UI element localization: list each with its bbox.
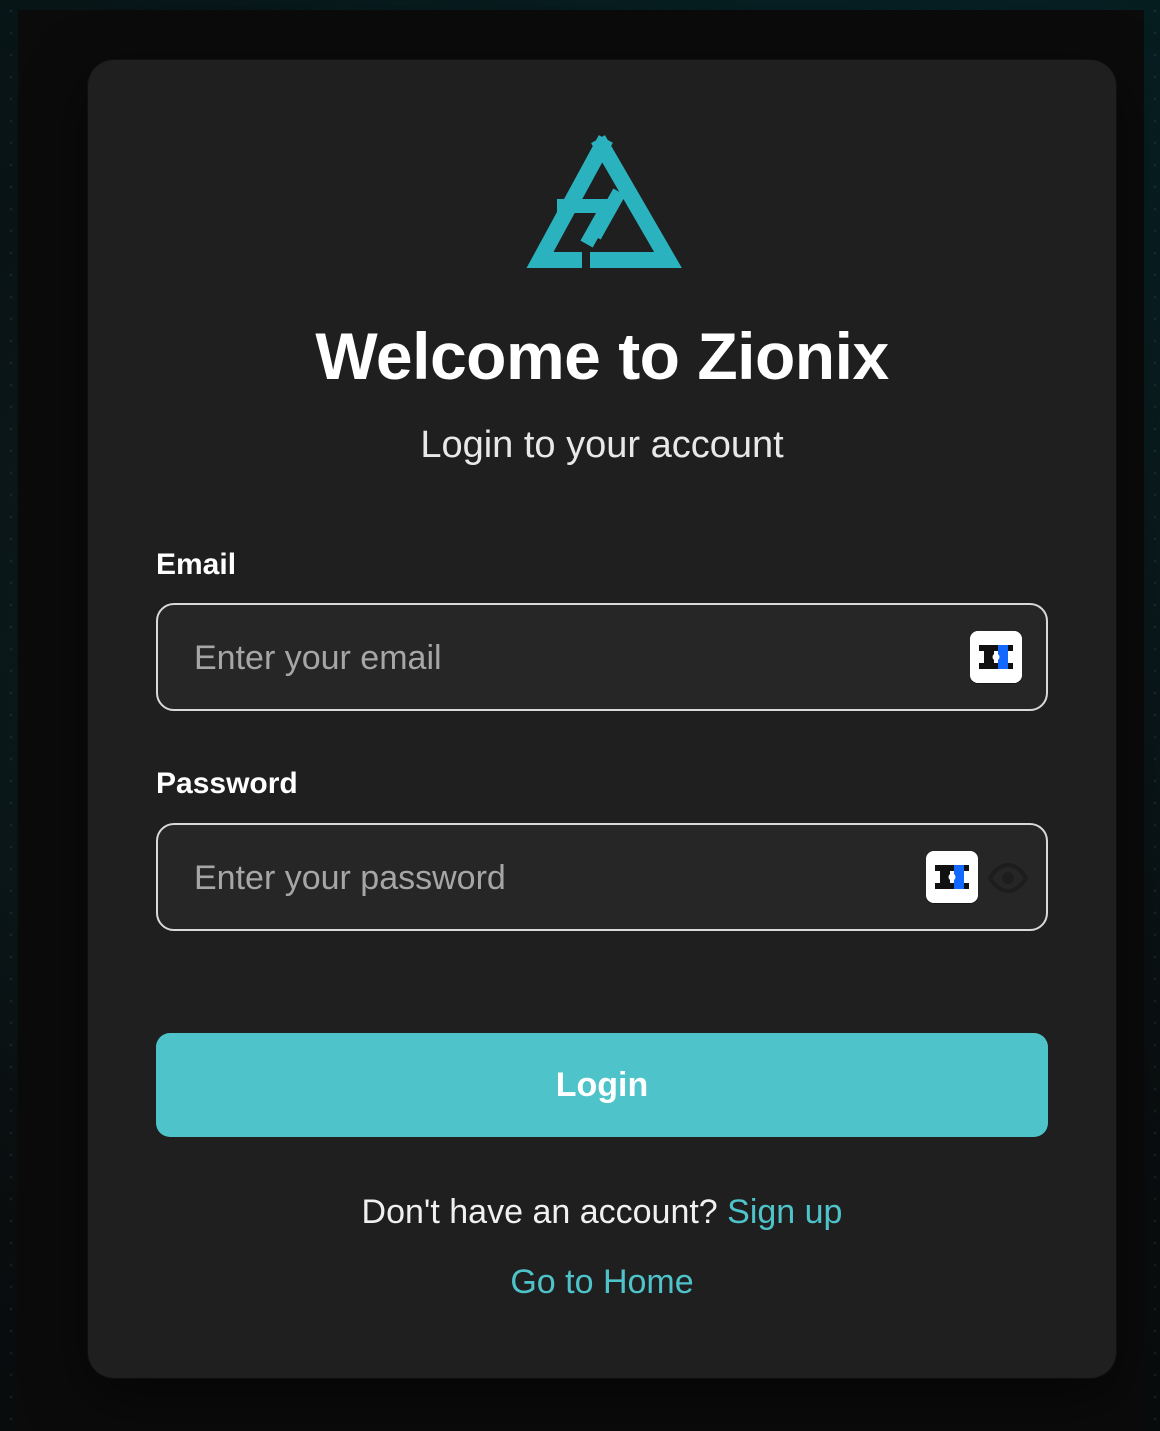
signup-prompt-text: Don't have an account? xyxy=(361,1193,728,1231)
zionix-logo-icon xyxy=(526,135,682,268)
go-to-home-link[interactable]: Go to Home xyxy=(88,1263,1116,1302)
password-manager-icon[interactable] xyxy=(926,851,978,903)
email-field-container xyxy=(156,603,1048,711)
email-label: Email xyxy=(156,548,237,581)
password-field-container xyxy=(156,823,1048,931)
login-button[interactable]: Login xyxy=(156,1033,1048,1137)
password-label: Password xyxy=(156,767,298,800)
eye-icon[interactable] xyxy=(988,859,1028,897)
password-manager-icon[interactable] xyxy=(970,631,1022,683)
page-title: Welcome to Zionix xyxy=(315,319,889,393)
page-subtitle: Login to your account xyxy=(420,424,784,466)
signup-link[interactable]: Sign up xyxy=(727,1193,842,1231)
signup-prompt: Don't have an account? Sign up xyxy=(88,1193,1116,1232)
password-input[interactable] xyxy=(192,825,956,931)
email-input[interactable] xyxy=(192,605,956,711)
